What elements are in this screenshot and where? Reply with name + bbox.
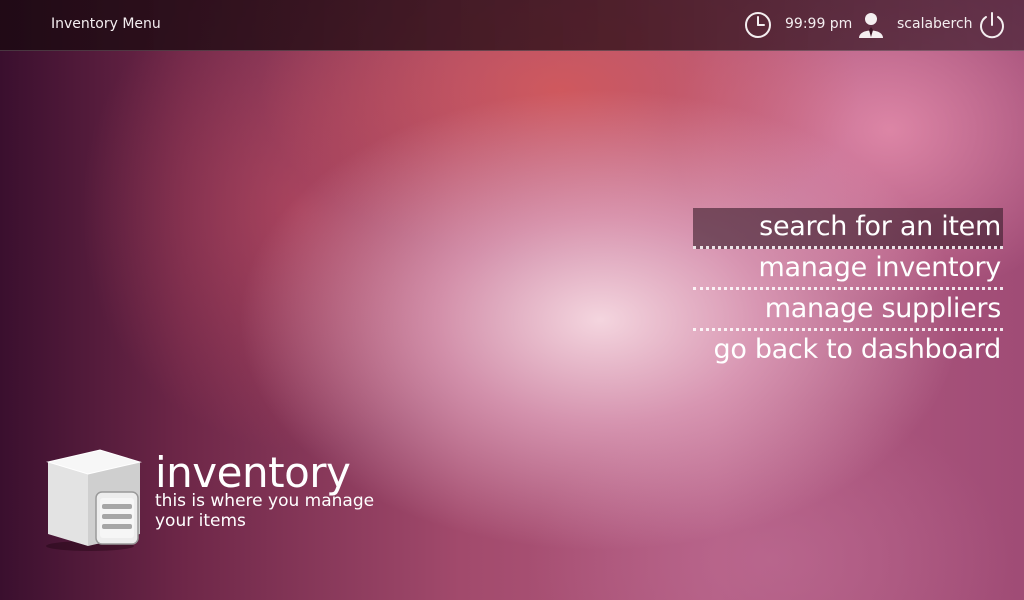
power-icon[interactable] — [977, 10, 1007, 40]
username: scalaberch — [897, 16, 973, 32]
inventory-box-icon — [44, 448, 144, 552]
main-menu: search for an item manage inventory mana… — [693, 208, 1003, 369]
module-description: this is where you manage your items — [155, 491, 375, 531]
menu-item-manage-inventory[interactable]: manage inventory — [693, 249, 1003, 290]
user-icon — [857, 11, 885, 39]
top-bar: Inventory Menu 99:99 pm scalaberch — [0, 0, 1024, 51]
menu-item-manage-suppliers[interactable]: manage suppliers — [693, 290, 1003, 331]
module-title: inventory — [155, 448, 351, 497]
menu-item-search[interactable]: search for an item — [693, 208, 1003, 249]
menu-item-dashboard[interactable]: go back to dashboard — [693, 331, 1003, 369]
clock-icon — [744, 11, 772, 39]
app-title: Inventory Menu — [51, 16, 161, 32]
clock-time: 99:99 pm — [785, 16, 853, 32]
